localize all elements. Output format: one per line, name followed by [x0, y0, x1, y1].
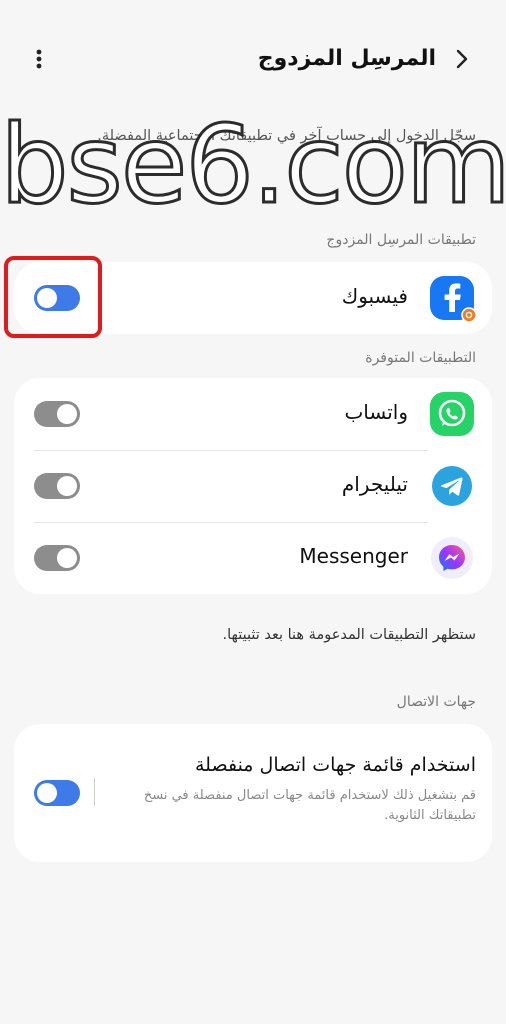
more-options-button[interactable] [26, 42, 52, 76]
highlight-box [4, 256, 102, 338]
more-vertical-icon [36, 49, 42, 69]
toggle-knob [57, 476, 77, 496]
app-name-telegram: تيليجرام [341, 472, 408, 496]
page-title: المرسِل المزدوج [257, 46, 436, 71]
app-row-messenger[interactable]: Messenger [14, 522, 492, 594]
app-name-facebook: فيسبوك [341, 284, 408, 308]
contacts-setting-title: استخدام قائمة جهات اتصال منفصلة [195, 754, 476, 776]
app-row-telegram[interactable]: تيليجرام [14, 450, 492, 522]
app-header: المرسِل المزدوج [0, 36, 506, 82]
contacts-setting-row[interactable]: استخدام قائمة جهات اتصال منفصلة قم بتشغي… [14, 724, 492, 862]
app-name-messenger: Messenger [299, 544, 408, 568]
whatsapp-icon [428, 390, 476, 438]
toggle-knob [57, 548, 77, 568]
app-row-whatsapp[interactable]: واتساب [14, 378, 492, 450]
back-button[interactable] [446, 42, 480, 76]
section-label-available-apps: التطبيقات المتوفرة [365, 350, 476, 366]
toggle-messenger[interactable] [34, 545, 80, 571]
toggle-knob [57, 404, 77, 424]
messenger-icon [428, 534, 476, 582]
telegram-icon [428, 462, 476, 510]
toggle-separate-contacts[interactable] [34, 780, 80, 806]
section-label-contacts: جهات الاتصال [396, 694, 476, 710]
contacts-card: استخدام قائمة جهات اتصال منفصلة قم بتشغي… [14, 724, 492, 862]
app-name-whatsapp: واتساب [344, 400, 408, 424]
section-label-dual-apps: تطبيقات المرسِل المزدوج [326, 232, 476, 248]
info-note: ستظهر التطبيقات المدعومة هنا بعد تثبيتها… [222, 627, 476, 643]
chevron-right-icon [456, 49, 468, 69]
facebook-icon [428, 274, 477, 323]
available-apps-card: واتساب تيليجرام Messenger [14, 378, 492, 594]
watermark: bse6.com [0, 103, 506, 228]
vertical-separator [94, 778, 95, 806]
contacts-setting-description: قم بتشغيل ذلك لاستخدام قائمة جهات اتصال … [143, 788, 476, 823]
toggle-knob [37, 783, 57, 803]
toggle-whatsapp[interactable] [34, 401, 80, 427]
toggle-telegram[interactable] [34, 473, 80, 499]
